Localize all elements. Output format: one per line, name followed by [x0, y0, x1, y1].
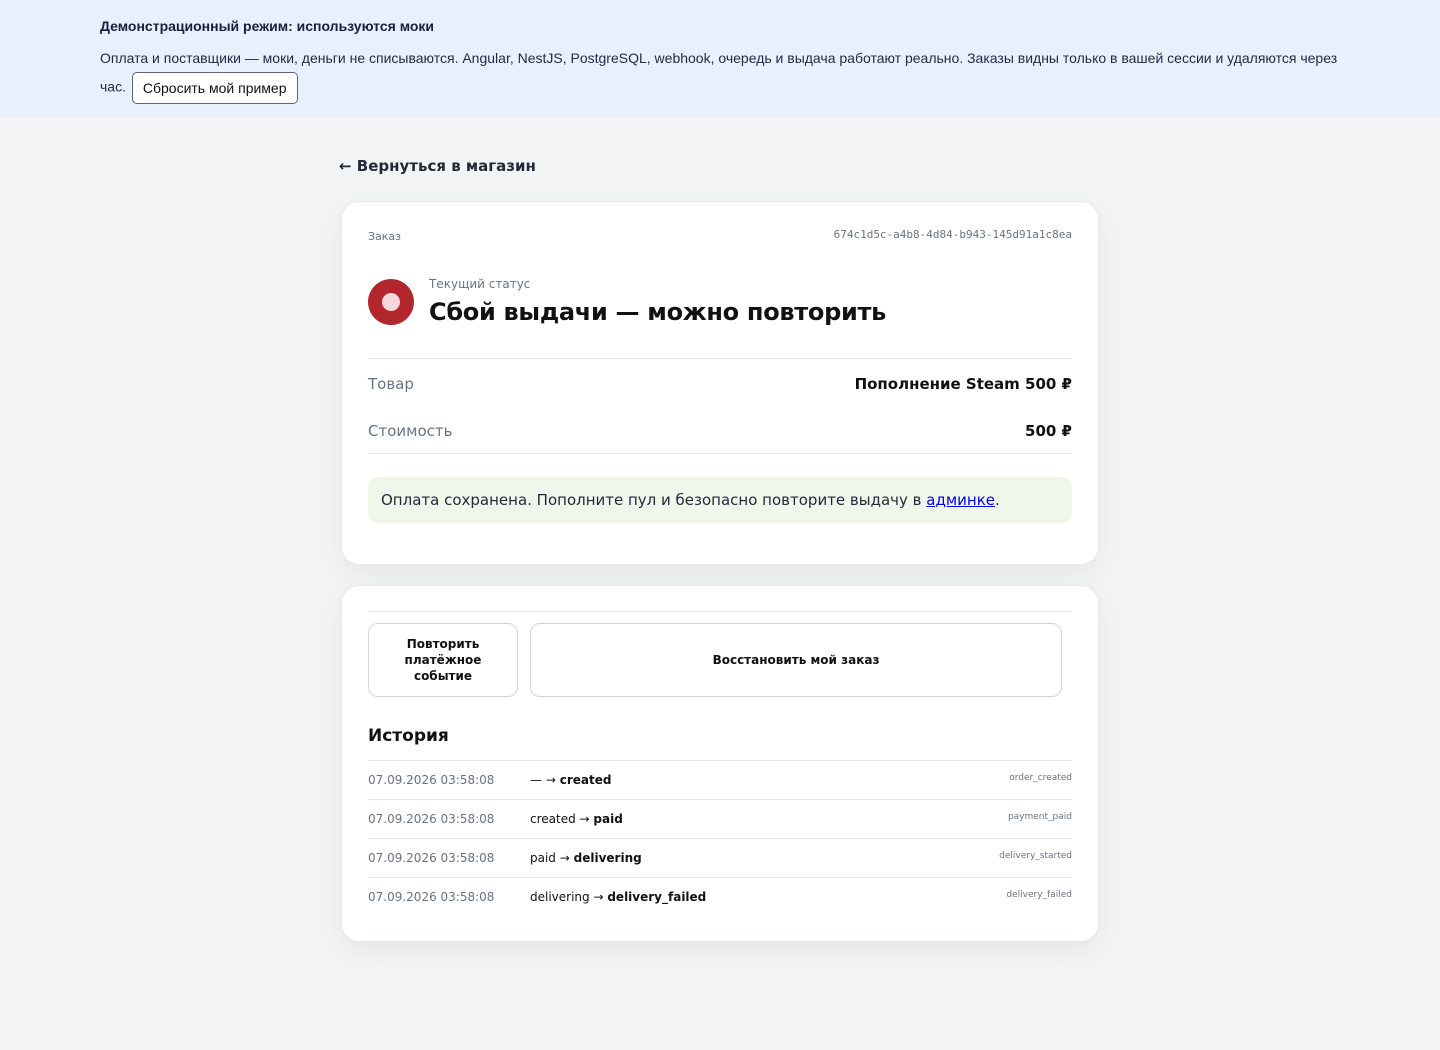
order-card: Заказ 674c1d5c-a4b8-4d84-b943-145d91a1c8… — [341, 201, 1099, 565]
history-event: delivery_started — [999, 851, 1072, 861]
divider — [368, 358, 1072, 359]
history-transition: paid → delivering — [530, 851, 642, 865]
history-to: delivery_failed — [607, 890, 707, 904]
history-row: 07.09.2026 03:58:08 delivering → deliver… — [368, 877, 1072, 916]
history-date: 07.09.2026 03:58:08 — [368, 890, 495, 904]
notice-end: . — [995, 491, 1000, 509]
product-label: Товар — [368, 375, 414, 393]
history-to: paid — [593, 812, 623, 826]
history-from: delivering → — [530, 890, 604, 904]
status-title: Сбой выдачи — можно повторить — [429, 298, 886, 326]
product-value: Пополнение Steam 500 ₽ — [854, 375, 1072, 393]
status-caption: Текущий статус — [429, 277, 531, 291]
back-to-shop-link[interactable]: ← Вернуться в магазин — [339, 156, 536, 176]
history-from: — → — [530, 773, 556, 787]
restore-order-button[interactable]: Восстановить мой заказ — [530, 623, 1062, 697]
history-transition: delivering → delivery_failed — [530, 890, 706, 904]
history-date: 07.09.2026 03:58:08 — [368, 851, 495, 865]
history-date: 07.09.2026 03:58:08 — [368, 773, 495, 787]
history-from: paid → — [530, 851, 570, 865]
reset-example-button[interactable]: Сбросить мой пример — [131, 72, 298, 104]
divider — [368, 611, 1072, 612]
demo-banner: Демонстрационный режим: используются мок… — [0, 0, 1440, 118]
price-label: Стоимость — [368, 422, 453, 440]
history-row: 07.09.2026 03:58:08 paid → delivering de… — [368, 838, 1072, 877]
demo-banner-title: Демонстрационный режим: используются мок… — [100, 18, 435, 34]
admin-link[interactable]: админке — [926, 491, 995, 509]
divider — [368, 453, 1072, 454]
status-error-icon — [368, 279, 414, 325]
price-value: 500 ₽ — [1025, 422, 1072, 440]
order-label: Заказ — [368, 230, 402, 243]
history-to: delivering — [573, 851, 642, 865]
notice-text: Оплата сохранена. Пополните пул и безопа… — [381, 491, 927, 509]
history-date: 07.09.2026 03:58:08 — [368, 812, 495, 826]
retry-payment-event-button[interactable]: Повторить платёжное событие — [368, 623, 518, 697]
history-row: 07.09.2026 03:58:08 created → paid payme… — [368, 799, 1072, 838]
history-from: created → — [530, 812, 590, 826]
history-title: История — [368, 726, 449, 746]
order-id: 674c1d5c-a4b8-4d84-b943-145d91a1c8ea — [833, 228, 1072, 241]
history-event: payment_paid — [1007, 812, 1072, 822]
history-row: 07.09.2026 03:58:08 — → created order_cr… — [368, 760, 1072, 799]
history-to: created — [559, 773, 612, 787]
actions-history-card: Повторить платёжное событие Восстановить… — [341, 585, 1099, 942]
demo-banner-text: Оплата и поставщики — моки, деньги не сп… — [100, 45, 1345, 104]
history-event: order_created — [1009, 773, 1072, 783]
retry-notice: Оплата сохранена. Пополните пул и безопа… — [368, 477, 1072, 523]
history-transition: — → created — [530, 773, 611, 787]
history-transition: created → paid — [530, 812, 623, 826]
history-event: delivery_failed — [1006, 890, 1072, 900]
